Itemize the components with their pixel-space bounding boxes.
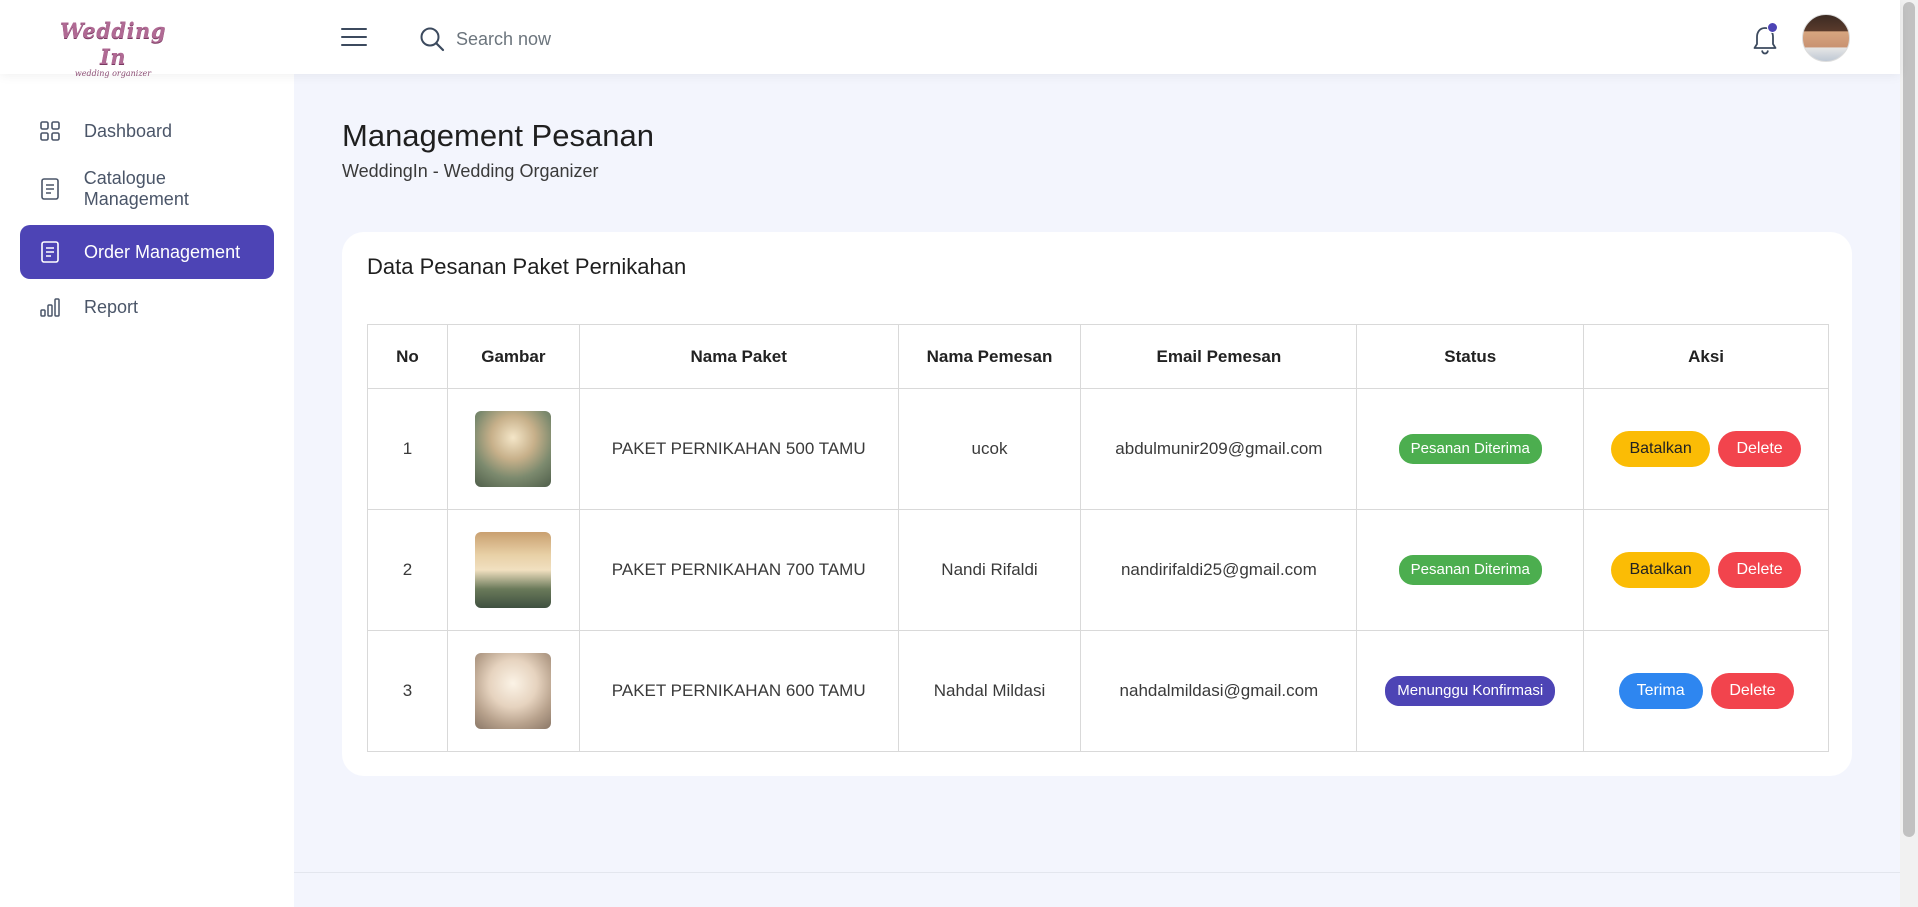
column-header-no: No xyxy=(367,324,448,389)
column-header-email: Email Pemesan xyxy=(1080,324,1358,389)
image-cell xyxy=(446,630,580,752)
logo-subtext: wedding organizer xyxy=(74,69,152,78)
notification-dot xyxy=(1767,22,1778,33)
table-row: 3 PAKET PERNIKAHAN 600 TAMU Nahdal Milda… xyxy=(367,630,1829,752)
card-title: Data Pesanan Paket Pernikahan xyxy=(367,254,687,279)
status-cell: Pesanan Diterima xyxy=(1356,388,1585,510)
column-header-customer: Nama Pemesan xyxy=(897,324,1082,389)
package-image xyxy=(475,411,552,487)
table-row: 2 PAKET PERNIKAHAN 700 TAMU Nandi Rifald… xyxy=(367,509,1829,631)
search-input[interactable] xyxy=(456,28,716,50)
cancel-button[interactable]: Batalkan xyxy=(1611,431,1710,467)
column-header-package: Nama Paket xyxy=(578,324,899,389)
sidebar-item-dashboard[interactable]: Dashboard xyxy=(20,104,274,158)
bar-chart-icon xyxy=(38,295,62,319)
notification-button[interactable] xyxy=(1750,22,1780,56)
table-row: 1 PAKET PERNIKAHAN 500 TAMU ucok abdulmu… xyxy=(367,388,1829,510)
footer-divider xyxy=(294,872,1900,873)
actions-cell: Terima Delete xyxy=(1583,630,1829,752)
column-header-image: Gambar xyxy=(446,324,580,389)
sidebar-item-label: Catalogue Management xyxy=(83,168,189,209)
search-bar xyxy=(418,22,758,56)
top-bar: Wedding In wedding organizer xyxy=(0,0,1900,78)
document-icon xyxy=(38,240,62,264)
delete-button[interactable]: Delete xyxy=(1718,431,1801,467)
customer-name: Nandi Rifaldi xyxy=(897,509,1082,631)
status-badge: Pesanan Diterima xyxy=(1398,434,1542,464)
sidebar-item-label: Report xyxy=(84,296,139,317)
package-name: PAKET PERNIKAHAN 500 TAMU xyxy=(578,388,899,510)
package-image xyxy=(475,653,552,729)
image-cell xyxy=(446,388,580,510)
accept-button[interactable]: Terima xyxy=(1618,673,1703,709)
package-image xyxy=(475,532,552,608)
row-number: 3 xyxy=(367,630,448,752)
sidebar-item-order-management[interactable]: Order Management xyxy=(20,225,274,279)
page-title: Management Pesanan xyxy=(342,118,654,153)
cancel-button[interactable]: Batalkan xyxy=(1611,552,1710,588)
page-scrollbar[interactable] xyxy=(1900,0,1918,907)
page-subtitle: WeddingIn - Wedding Organizer xyxy=(342,161,599,181)
scrollbar-thumb[interactable] xyxy=(1903,2,1915,837)
actions-cell: Batalkan Delete xyxy=(1583,388,1829,510)
status-badge: Pesanan Diterima xyxy=(1398,555,1542,585)
sidebar-item-label: Dashboard xyxy=(84,120,173,141)
user-avatar[interactable] xyxy=(1802,14,1850,62)
customer-email: nahdalmildasi@gmail.com xyxy=(1080,630,1358,752)
delete-button[interactable]: Delete xyxy=(1711,673,1794,709)
status-badge: Menunggu Konfirmasi xyxy=(1385,676,1556,706)
delete-button[interactable]: Delete xyxy=(1718,552,1801,588)
customer-name: Nahdal Mildasi xyxy=(897,630,1082,752)
sidebar: Dashboard Catalogue Management Order Man… xyxy=(0,74,294,907)
actions-cell: Batalkan Delete xyxy=(1583,509,1829,631)
customer-email: abdulmunir209@gmail.com xyxy=(1080,388,1358,510)
customer-email: nandirifaldi25@gmail.com xyxy=(1080,509,1358,631)
orders-card: Data Pesanan Paket Pernikahan No Gambar … xyxy=(342,232,1852,776)
row-number: 2 xyxy=(367,509,448,631)
orders-table: No Gambar Nama Paket Nama Pemesan Email … xyxy=(367,324,1829,752)
hamburger-icon[interactable] xyxy=(341,28,367,48)
image-cell xyxy=(446,509,580,631)
search-icon[interactable] xyxy=(418,25,446,53)
status-cell: Pesanan Diterima xyxy=(1356,509,1585,631)
customer-name: ucok xyxy=(897,388,1082,510)
grid-icon xyxy=(38,119,62,143)
sidebar-item-report[interactable]: Report xyxy=(20,280,274,334)
sidebar-item-label: Order Management xyxy=(84,241,241,262)
logo-text: Wedding In xyxy=(59,18,167,69)
table-header-row: No Gambar Nama Paket Nama Pemesan Email … xyxy=(367,324,1829,389)
package-name: PAKET PERNIKAHAN 600 TAMU xyxy=(578,630,899,752)
column-header-actions: Aksi xyxy=(1583,324,1829,389)
sidebar-item-catalogue[interactable]: Catalogue Management xyxy=(20,162,274,216)
status-cell: Menunggu Konfirmasi xyxy=(1356,630,1585,752)
brand-logo[interactable]: Wedding In wedding organizer xyxy=(58,18,168,78)
row-number: 1 xyxy=(367,388,448,510)
column-header-status: Status xyxy=(1356,324,1585,389)
document-icon xyxy=(38,177,62,201)
package-name: PAKET PERNIKAHAN 700 TAMU xyxy=(578,509,899,631)
